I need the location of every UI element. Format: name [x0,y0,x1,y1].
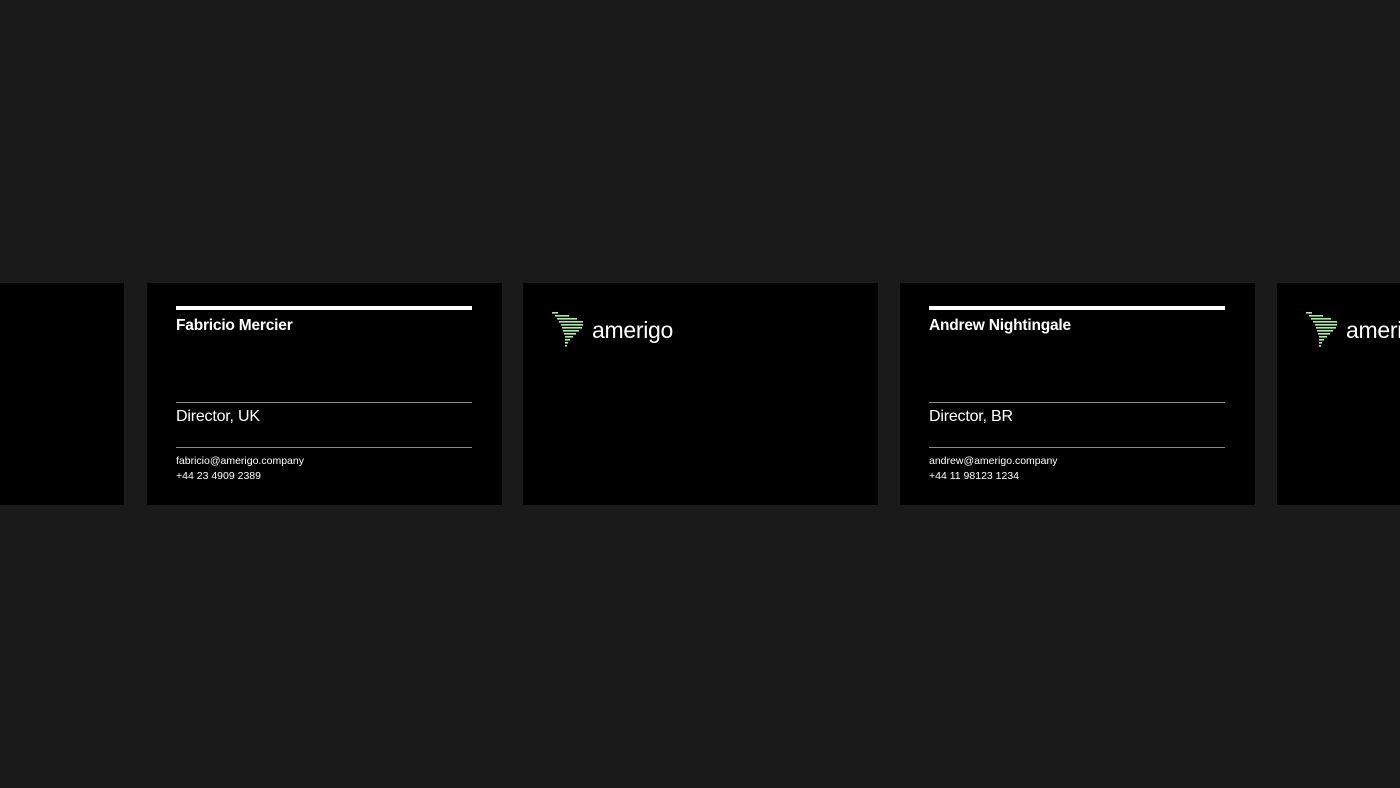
person-role: Director, BR [929,408,1013,425]
divider [929,402,1225,403]
south-america-stripes-icon [1306,312,1337,347]
business-card-front: Fabricio Mercier Director, UK fabricio@a… [147,283,502,505]
person-email: andrew@amerigo.company [929,455,1058,467]
top-rule [176,306,472,310]
business-card-back: amerigo [523,283,878,505]
person-phone: +44 11 98123 1234 [929,470,1020,482]
divider [929,447,1225,448]
divider [176,402,472,403]
business-card-front: Andrew Nightingale Director, BR andrew@a… [900,283,1255,505]
brand-wordmark: amerigo [592,316,673,343]
divider [176,447,472,448]
person-email: fabricio@amerigo.company [176,455,304,467]
brand-wordmark: amerigo [1346,316,1400,343]
person-role: Director, UK [176,408,260,425]
card-back-partial-left [0,283,124,505]
business-card-showcase: Fabricio Mercier Director, UK fabricio@a… [0,0,1400,788]
top-rule [929,306,1225,310]
person-name: Fabricio Mercier [176,317,293,334]
person-phone: +44 23 4909 2389 [176,470,261,482]
brand-logo: amerigo [552,312,673,348]
business-card-back-partial-right: amerigo [1277,283,1400,505]
brand-logo: amerigo [1306,312,1400,348]
person-name: Andrew Nightingale [929,317,1071,334]
south-america-stripes-icon [552,312,583,347]
